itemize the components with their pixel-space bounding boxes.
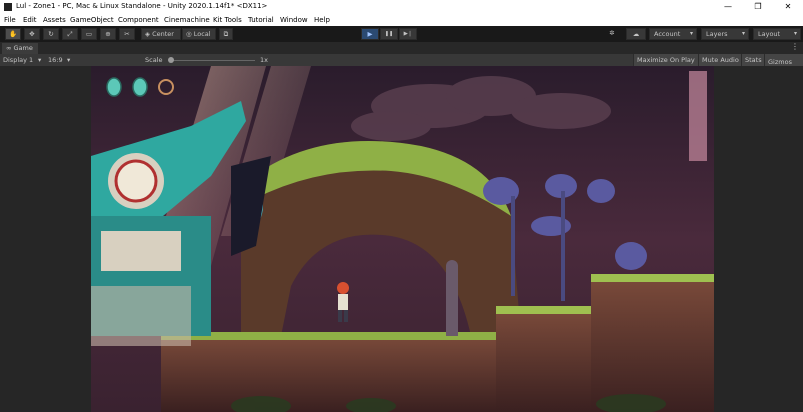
chevron-down-icon: ▾ bbox=[793, 30, 797, 37]
pivot-label: Center bbox=[152, 30, 174, 38]
chevron-down-icon: ▾ bbox=[741, 30, 745, 37]
menu-component[interactable]: Component bbox=[118, 16, 159, 24]
grass-right bbox=[591, 274, 714, 282]
move-icon: ✥ bbox=[29, 30, 35, 38]
chevron-down-icon: ▾ bbox=[689, 30, 693, 37]
custom-tool-button[interactable]: ✂ bbox=[119, 28, 135, 40]
game-render[interactable] bbox=[91, 66, 714, 412]
display-dropdown[interactable]: Display 1 bbox=[3, 56, 33, 64]
grass-left bbox=[161, 332, 521, 340]
maximize-icon[interactable]: ❐ bbox=[743, 0, 773, 14]
ground-left bbox=[161, 336, 521, 412]
pivot-icon: ◈ bbox=[145, 30, 150, 38]
scale-label: Scale bbox=[145, 56, 163, 64]
layout-dropdown[interactable]: Layout ▾ bbox=[753, 28, 801, 40]
hand-icon: ✋ bbox=[8, 30, 18, 38]
hand-tool-button[interactable]: ✋ bbox=[5, 28, 21, 40]
ground-right bbox=[591, 278, 714, 412]
menu-assets[interactable]: Assets bbox=[43, 16, 66, 24]
pause-button[interactable]: ❚❚ bbox=[380, 28, 398, 40]
menu-help[interactable]: Help bbox=[314, 16, 330, 24]
collab-button[interactable]: ✲ bbox=[603, 28, 621, 40]
layout-label: Layout bbox=[758, 30, 781, 38]
cloud-icon: ☁ bbox=[632, 30, 640, 38]
pause-icon: ❚❚ bbox=[384, 31, 394, 37]
window-title-bar: Lul - Zone1 - PC, Mac & Linux Standalone… bbox=[0, 0, 803, 14]
move-tool-button[interactable]: ✥ bbox=[24, 28, 40, 40]
mute-audio-toggle[interactable]: Mute Audio bbox=[698, 54, 742, 66]
game-icon: ∞ bbox=[6, 44, 12, 52]
menu-window[interactable]: Window bbox=[280, 16, 308, 24]
health-egg-icon bbox=[132, 77, 148, 97]
stone-totem bbox=[446, 260, 458, 336]
rect-icon: ▭ bbox=[85, 30, 93, 38]
unity-logo-icon bbox=[4, 3, 12, 11]
transform-icon: ⊕ bbox=[105, 30, 111, 38]
aspect-dropdown[interactable]: 16:9 bbox=[48, 56, 63, 64]
account-dropdown[interactable]: Account ▾ bbox=[649, 28, 697, 40]
rotate-icon: ↻ bbox=[48, 30, 54, 38]
custom-tool-icon: ✂ bbox=[124, 30, 130, 38]
scale-icon: ⤢ bbox=[67, 30, 73, 38]
play-button[interactable]: ▶ bbox=[361, 28, 379, 40]
transform-tool-button[interactable]: ⊕ bbox=[100, 28, 116, 40]
local-icon: ◎ bbox=[186, 30, 192, 38]
layers-dropdown[interactable]: Layers ▾ bbox=[701, 28, 749, 40]
rock-pillar bbox=[689, 71, 707, 161]
menu-kit-tools[interactable]: Kit Tools bbox=[213, 16, 242, 24]
main-toolbar: ✋ ✥ ↻ ⤢ ▭ ⊕ ✂ ◈ Center ◎ Local ⧉ ▶ ❚❚ ▶❘… bbox=[0, 26, 803, 42]
step-icon: ▶❘ bbox=[403, 31, 413, 37]
rect-tool-button[interactable]: ▭ bbox=[81, 28, 97, 40]
snap-icon: ⧉ bbox=[223, 30, 229, 38]
minimize-icon[interactable]: — bbox=[713, 0, 743, 14]
tab-game[interactable]: ∞ Game bbox=[2, 43, 38, 54]
step-button[interactable]: ▶❘ bbox=[399, 28, 417, 40]
health-egg-icon bbox=[106, 77, 122, 97]
scale-slider-handle[interactable] bbox=[168, 57, 174, 63]
collab-icon: ✲ bbox=[609, 29, 615, 37]
game-viewport bbox=[0, 66, 803, 412]
more-options-icon[interactable]: ⋮ bbox=[791, 42, 799, 51]
local-label: Local bbox=[193, 30, 211, 38]
pivot-center-button[interactable]: ◈ Center bbox=[141, 28, 181, 40]
tab-game-label: Game bbox=[13, 44, 33, 52]
game-scene bbox=[91, 66, 714, 412]
window-title: Lul - Zone1 - PC, Mac & Linux Standalone… bbox=[16, 2, 268, 10]
rotate-tool-button[interactable]: ↻ bbox=[43, 28, 59, 40]
gizmos-dropdown[interactable]: Gizmos bbox=[764, 54, 803, 66]
layers-label: Layers bbox=[706, 30, 728, 38]
menu-gameobject[interactable]: GameObject bbox=[70, 16, 114, 24]
snap-button[interactable]: ⧉ bbox=[219, 28, 233, 40]
cloud-button[interactable]: ☁ bbox=[626, 28, 646, 40]
chevron-down-icon: ▾ bbox=[67, 56, 71, 64]
game-view-bar: Display 1 ▾ 16:9 ▾ Scale 1x Maximize On … bbox=[0, 54, 803, 66]
chevron-down-icon: ▾ bbox=[38, 56, 42, 64]
menu-tutorial[interactable]: Tutorial bbox=[248, 16, 274, 24]
play-icon: ▶ bbox=[367, 30, 373, 38]
scale-value: 1x bbox=[260, 56, 268, 64]
account-label: Account bbox=[654, 30, 681, 38]
menu-cinemachine[interactable]: Cinemachine bbox=[164, 16, 210, 24]
maximize-on-play-toggle[interactable]: Maximize On Play bbox=[633, 54, 698, 66]
pivot-local-button[interactable]: ◎ Local bbox=[182, 28, 216, 40]
scale-slider-track[interactable] bbox=[169, 60, 255, 61]
menu-file[interactable]: File bbox=[4, 16, 16, 24]
scale-tool-button[interactable]: ⤢ bbox=[62, 28, 78, 40]
menu-edit[interactable]: Edit bbox=[23, 16, 37, 24]
stats-toggle[interactable]: Stats bbox=[741, 54, 765, 66]
close-icon[interactable]: ✕ bbox=[773, 0, 803, 14]
